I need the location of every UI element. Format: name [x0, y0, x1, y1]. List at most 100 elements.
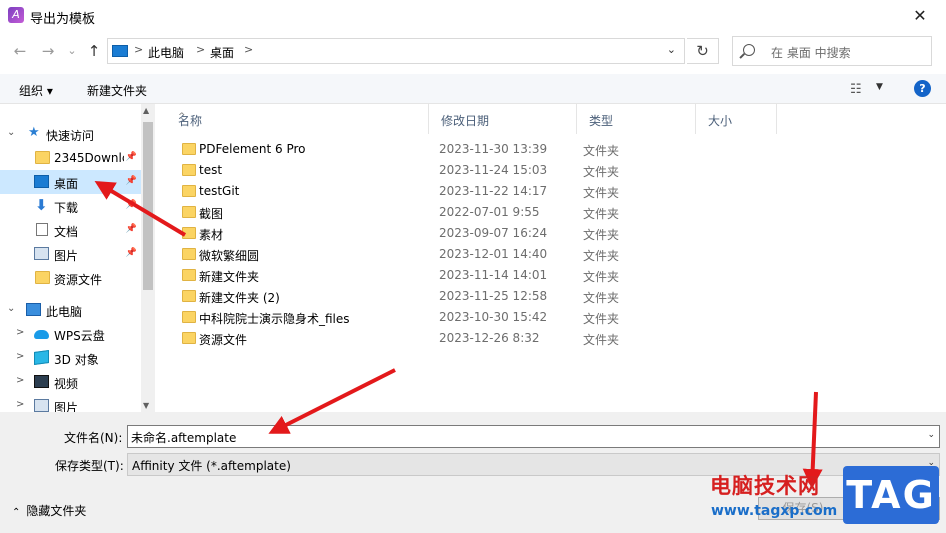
file-date: 2023-12-26 8:32 [439, 331, 540, 345]
download-icon: ⬇ [35, 196, 48, 214]
file-type: 文件夹 [583, 207, 620, 221]
tree-item-quick-access[interactable]: ⌄ ★ 快速访问 [0, 122, 141, 146]
tree-item-3d-objects[interactable]: > 3D 对象 [0, 346, 141, 370]
tree-item-resource-files[interactable]: 资源文件 [0, 266, 141, 290]
expand-chevron-icon[interactable]: > [16, 375, 24, 386]
tree-item-documents[interactable]: 文档 📌 [0, 218, 141, 242]
file-name: 新建文件夹 [199, 270, 260, 284]
breadcrumb-desktop[interactable]: 桌面 [210, 44, 234, 61]
file-date: 2023-11-25 12:58 [439, 289, 548, 303]
file-row[interactable]: PDFelement 6 Pro 2023-11-30 13:39 文件夹 [176, 139, 936, 160]
column-header-name[interactable]: 名称 ^ [166, 104, 429, 134]
folder-icon [182, 290, 196, 302]
watermark-url: www.tagxp.com [711, 503, 838, 519]
window-title: 导出为模板 [30, 12, 96, 27]
desktop-icon [112, 45, 128, 57]
title-bar: A 导出为模板 ✕ [0, 0, 946, 32]
file-type: 文件夹 [583, 312, 620, 326]
tree-item-this-pc[interactable]: ⌄ 此电脑 [0, 298, 141, 322]
filename-dropdown-icon[interactable]: ⌄ [927, 430, 935, 440]
scrollbar-thumb[interactable] [143, 122, 153, 290]
tree-item-2345downloads[interactable]: 2345Downlc 📌 [0, 146, 141, 170]
command-toolbar: 组织 ▾ 新建文件夹 ☷ ▼ ? [0, 74, 946, 104]
file-row[interactable]: 资源文件 2023-12-26 8:32 文件夹 [176, 328, 936, 349]
forward-button[interactable]: → [38, 41, 58, 61]
close-button[interactable]: ✕ [900, 0, 940, 32]
file-type: 文件夹 [583, 249, 620, 263]
expand-chevron-icon[interactable]: > [16, 399, 24, 410]
folder-icon [182, 248, 196, 260]
folder-icon [182, 143, 196, 155]
column-header-date[interactable]: 修改日期 [429, 104, 577, 134]
file-type: 文件夹 [583, 165, 620, 179]
folder-icon [182, 311, 196, 323]
folder-icon [182, 185, 196, 197]
file-row[interactable]: 新建文件夹 (2) 2023-11-25 12:58 文件夹 [176, 286, 936, 307]
file-row[interactable]: 素材 2023-09-07 16:24 文件夹 [176, 223, 936, 244]
expand-chevron-icon[interactable]: > [16, 351, 24, 362]
address-history-dropdown[interactable]: ⌄ [667, 43, 676, 56]
file-date: 2023-12-01 14:40 [439, 247, 548, 261]
filename-field[interactable]: 未命名.aftemplate ⌄ [127, 425, 940, 448]
breadcrumb-separator: > [196, 43, 206, 56]
tree-item-desktop[interactable]: 桌面 📌 [0, 170, 141, 194]
folder-icon [182, 206, 196, 218]
column-header-size[interactable]: 大小 [696, 104, 777, 134]
help-icon[interactable]: ? [914, 80, 931, 97]
search-icon [743, 44, 755, 56]
tree-item-pictures-pc[interactable]: > 图片 [0, 394, 141, 412]
pin-icon: 📌 [125, 176, 137, 186]
file-row[interactable]: 微软繁细圆 2023-12-01 14:40 文件夹 [176, 244, 936, 265]
up-button[interactable]: ↑ [84, 41, 104, 61]
file-list: 名称 ^ 修改日期 类型 大小 PDFelement 6 Pro 2023-11… [160, 104, 946, 412]
pin-icon: 📌 [125, 152, 137, 162]
navigation-scrollbar[interactable]: ▲ ▼ [141, 104, 155, 412]
new-folder-button[interactable]: 新建文件夹 [87, 82, 147, 99]
address-bar[interactable]: > 此电脑 > 桌面 > ⌄ [107, 38, 685, 64]
tree-item-downloads[interactable]: ⬇ 下载 📌 [0, 194, 141, 218]
chevron-up-icon: ⌃ [12, 507, 21, 518]
scroll-up-icon[interactable]: ▲ [143, 106, 149, 115]
file-row[interactable]: test 2023-11-24 15:03 文件夹 [176, 160, 936, 181]
tree-item-label: 桌面 [54, 177, 79, 191]
picture-icon [34, 247, 49, 260]
expand-chevron-icon[interactable]: ⌄ [7, 127, 15, 138]
file-date: 2023-10-30 15:42 [439, 310, 548, 324]
tree-item-label: 下载 [54, 201, 79, 215]
filename-label: 文件名(N): [64, 431, 123, 445]
file-row[interactable]: 中科院院士演示隐身术_files 2023-10-30 15:42 文件夹 [176, 307, 936, 328]
recent-locations-button[interactable]: ⌄ [62, 41, 82, 61]
tree-item-pictures[interactable]: 图片 📌 [0, 242, 141, 266]
tree-item-label: 文档 [54, 225, 79, 239]
tree-item-videos[interactable]: > 视频 [0, 370, 141, 394]
tree-item-wps-cloud[interactable]: > WPS云盘 [0, 322, 141, 346]
scroll-down-icon[interactable]: ▼ [143, 401, 149, 410]
document-icon [36, 223, 48, 236]
file-date: 2022-07-01 9:55 [439, 205, 540, 219]
tree-item-label: 此电脑 [46, 305, 83, 319]
column-header-type[interactable]: 类型 [577, 104, 696, 134]
search-box[interactable]: 在 桌面 中搜索 [732, 36, 932, 66]
file-row[interactable]: testGit 2023-11-22 14:17 文件夹 [176, 181, 936, 202]
hide-folders-toggle[interactable]: ⌃ 隐藏文件夹 [12, 502, 86, 519]
folder-icon [35, 151, 50, 164]
organize-menu[interactable]: 组织 ▾ [19, 82, 53, 99]
refresh-button[interactable]: ↻ [687, 38, 719, 64]
file-row[interactable]: 截图 2022-07-01 9:55 文件夹 [176, 202, 936, 223]
view-options-icon[interactable]: ☷ [850, 82, 862, 97]
expand-chevron-icon[interactable]: ⌄ [7, 303, 15, 314]
folder-icon [35, 271, 50, 284]
folder-icon [182, 227, 196, 239]
file-type: 文件夹 [583, 270, 620, 284]
tree-item-label: 图片 [54, 249, 79, 263]
file-date: 2023-11-24 15:03 [439, 163, 548, 177]
file-row[interactable]: 新建文件夹 2023-11-14 14:01 文件夹 [176, 265, 936, 286]
breadcrumb-this-pc[interactable]: 此电脑 [148, 44, 184, 61]
view-dropdown-icon[interactable]: ▼ [876, 82, 883, 92]
tree-item-label: 快速访问 [46, 129, 95, 143]
file-date: 2023-11-30 13:39 [439, 142, 548, 156]
back-button[interactable]: ← [10, 41, 30, 61]
affinity-app-icon: A [8, 7, 24, 23]
expand-chevron-icon[interactable]: > [16, 327, 24, 338]
file-name: 截图 [199, 207, 224, 221]
